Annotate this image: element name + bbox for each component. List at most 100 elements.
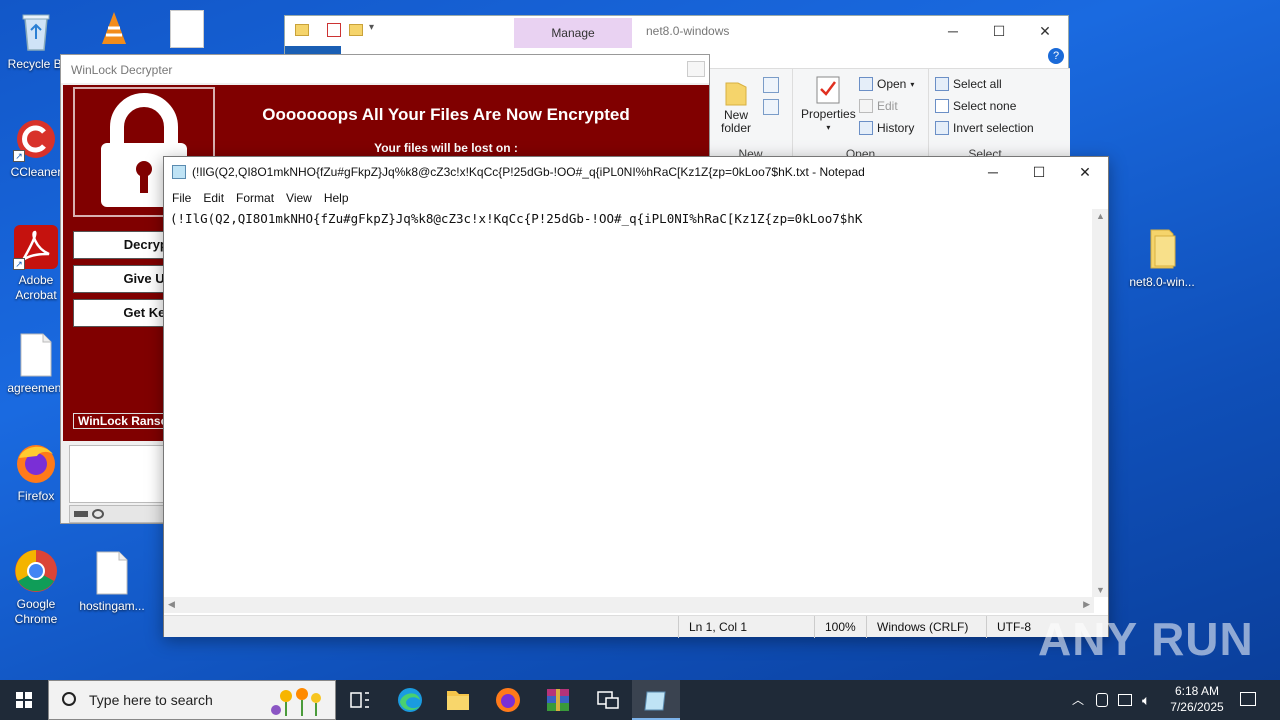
menu-format[interactable]: Format <box>230 191 280 205</box>
usb-device-icon[interactable] <box>1096 693 1108 707</box>
taskbar-file-explorer[interactable] <box>434 680 482 720</box>
shortcut-arrow-icon: ↗ <box>13 150 25 162</box>
clock-date: 7/26/2025 <box>1170 700 1224 714</box>
invert-selection-icon <box>935 121 949 135</box>
menu-file[interactable]: File <box>166 191 197 205</box>
firefox-icon <box>496 688 520 712</box>
ribbon-group-open: Properties ▾ Open ▾ Edit History Open <box>793 69 929 161</box>
scroll-right-icon[interactable]: ▶ <box>1083 599 1090 610</box>
folder-icon <box>725 82 747 106</box>
scroll-left-icon[interactable]: ◀ <box>168 599 175 610</box>
folder-icon <box>447 691 469 710</box>
properties-quick-icon[interactable] <box>327 23 341 37</box>
close-button[interactable] <box>687 61 705 77</box>
window-app-icon <box>597 691 619 709</box>
minimize-button[interactable]: ─ <box>970 157 1016 187</box>
ribbon-group-select: Select all Select none Invert selection … <box>929 69 1041 161</box>
close-button[interactable]: ✕ <box>1062 157 1108 187</box>
notification-icon[interactable] <box>1240 692 1256 706</box>
tab-manage[interactable]: Manage <box>514 18 632 48</box>
select-all-icon <box>935 77 949 91</box>
folder-icon <box>295 24 309 36</box>
properties-button[interactable]: Properties ▾ <box>801 75 856 132</box>
easy-access-icon[interactable] <box>763 99 779 115</box>
text-editor[interactable]: (!IlG(Q2,QI8O1mkNHO{fZu#gFkpZ}Jq%k8@cZ3c… <box>164 209 1094 597</box>
document-icon <box>89 550 135 596</box>
edit-icon <box>859 99 873 113</box>
taskbar: Type here to search ︿ 🔈︎ 6:18 AM 7/26/20… <box>0 680 1280 720</box>
horizontal-scrollbar[interactable]: ◀ ▶ <box>164 597 1094 613</box>
chevron-up-icon[interactable]: ︿ <box>1072 680 1084 720</box>
status-line-endings: Windows (CRLF) <box>866 616 986 638</box>
ccleaner-icon: ↗ <box>13 116 59 162</box>
document-icon[interactable] <box>170 10 204 48</box>
desktop-icon-label: Google Chrome <box>14 597 58 626</box>
desktop-icon-net8-folder[interactable]: net8.0-win... <box>1124 226 1200 290</box>
window-title: net8.0-windows <box>646 24 730 38</box>
shortcut-arrow-icon: ↗ <box>13 258 25 270</box>
notepad-window[interactable]: (!IlG(Q2,QI8O1mkNHO{fZu#gFkpZ}Jq%k8@cZ3c… <box>163 156 1109 638</box>
chrome-icon <box>13 548 59 594</box>
history-icon <box>859 121 873 135</box>
taskbar-winrar[interactable] <box>534 680 582 720</box>
desktop-icon-chrome[interactable]: Google Chrome <box>0 548 72 627</box>
help-icon[interactable]: ? <box>1048 48 1064 64</box>
network-icon <box>92 509 104 519</box>
adobe-acrobat-icon: ↗ <box>13 224 59 270</box>
taskbar-app-window[interactable] <box>584 680 632 720</box>
status-position: Ln 1, Col 1 <box>678 616 814 638</box>
taskbar-notepad[interactable] <box>632 680 680 720</box>
edit-button[interactable]: Edit <box>859 99 898 113</box>
maximize-button[interactable]: ☐ <box>1016 157 1062 187</box>
quick-access-dropdown-icon[interactable]: ▾ <box>369 22 374 33</box>
menu-view[interactable]: View <box>280 191 318 205</box>
new-folder-quick-icon[interactable] <box>349 24 363 36</box>
network-icon[interactable] <box>1118 694 1132 706</box>
desktop-icon-label: hostingam... <box>79 599 145 613</box>
taskbar-firefox[interactable] <box>484 680 532 720</box>
menu-edit[interactable]: Edit <box>197 191 230 205</box>
folder-icon <box>1139 226 1185 272</box>
system-clock[interactable]: 6:18 AM 7/26/2025 <box>1162 683 1232 715</box>
ransom-heading: Ooooooops All Your Files Are Now Encrypt… <box>262 105 630 124</box>
menu-help[interactable]: Help <box>318 191 355 205</box>
ransom-subheading: Your files will be lost on : <box>374 141 518 155</box>
scroll-down-icon[interactable]: ▼ <box>1096 585 1105 595</box>
edge-icon <box>398 688 422 712</box>
clock-time: 6:18 AM <box>1174 684 1220 698</box>
select-none-icon <box>935 99 949 113</box>
winlock-title: WinLock Decrypter <box>61 55 709 83</box>
open-icon <box>859 77 873 91</box>
notepad-titlebar: (!IlG(Q2,QI8O1mkNHO{fZu#gFkpZ}Jq%k8@cZ3c… <box>164 157 1108 187</box>
anyrun-watermark: ANY RUN <box>1038 613 1254 665</box>
history-button[interactable]: History <box>859 121 914 135</box>
vertical-scrollbar[interactable]: ▲ ▼ <box>1092 209 1108 597</box>
select-all-button[interactable]: Select all <box>935 77 1002 91</box>
select-none-button[interactable]: Select none <box>935 99 1016 113</box>
ribbon-group-new: New folder New <box>709 69 793 161</box>
status-zoom: 100% <box>814 616 866 638</box>
window-controls: ─ ☐ ✕ <box>930 16 1068 46</box>
scroll-up-icon[interactable]: ▲ <box>1096 211 1105 221</box>
task-view-icon <box>350 692 369 708</box>
taskbar-edge[interactable] <box>386 680 434 720</box>
winlock-status-bar <box>69 505 169 523</box>
window-title: (!IlG(Q2,QI8O1mkNHO{fZu#gFkpZ}Jq%k8@cZ3c… <box>192 165 865 179</box>
properties-icon <box>816 76 840 104</box>
close-button[interactable]: ✕ <box>1022 16 1068 46</box>
search-icon <box>62 692 76 706</box>
menu-bar: File Edit Format View Help <box>164 187 1108 209</box>
vlc-icon[interactable] <box>94 8 134 48</box>
task-view-button[interactable] <box>336 680 384 720</box>
open-button[interactable]: Open ▾ <box>859 77 914 91</box>
invert-selection-button[interactable]: Invert selection <box>935 121 1034 135</box>
device-icon <box>74 511 88 517</box>
copy-path-icon[interactable] <box>763 77 779 93</box>
desktop-icon-hostingam[interactable]: hostingam... <box>76 550 148 614</box>
minimize-button[interactable]: ─ <box>930 16 976 46</box>
new-folder-button[interactable]: New folder <box>721 79 751 135</box>
start-button[interactable] <box>0 680 48 720</box>
maximize-button[interactable]: ☐ <box>976 16 1022 46</box>
recycle-bin-icon <box>13 8 59 54</box>
volume-icon[interactable]: 🔈︎ <box>1142 680 1150 720</box>
